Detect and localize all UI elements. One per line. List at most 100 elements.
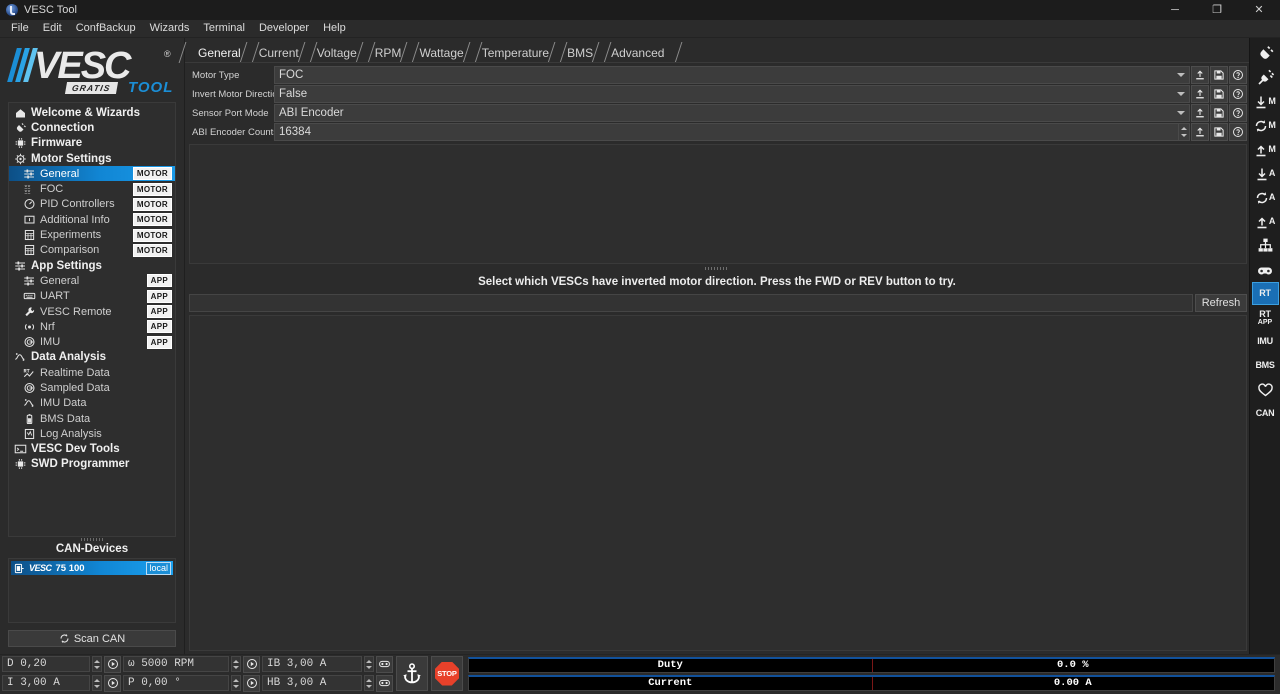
sidebar-item-additional-info[interactable]: Additional Info MOTOR (9, 212, 175, 227)
sensor-port-mode-field[interactable]: ABI Encoder (274, 104, 1190, 122)
gamepad-icon[interactable] (1252, 258, 1279, 281)
menu-file[interactable]: File (4, 21, 36, 36)
read-app-default-icon[interactable]: A (1252, 186, 1279, 209)
position-field-action-button[interactable] (243, 674, 260, 692)
realtime-app-icon[interactable]: RT APP (1252, 306, 1279, 329)
duty-field-stepper[interactable] (92, 656, 102, 672)
sidebar-item-foc[interactable]: ΞΞ ΞΞ FOC MOTOR (9, 181, 175, 196)
sidebar-item-realtime-data[interactable]: RT Realtime Data (9, 365, 175, 380)
tab-current[interactable]: Current (239, 42, 318, 63)
maximize-button[interactable]: ❐ (1196, 0, 1238, 20)
invert-motor-direction-field[interactable]: False (274, 85, 1190, 103)
sidebar-item-connection[interactable]: Connection (9, 120, 175, 135)
invert-motor-direction-help-button[interactable] (1229, 85, 1247, 103)
abi-encoder-counts-read-button[interactable] (1191, 123, 1209, 141)
current-field-action-button[interactable] (104, 674, 121, 692)
sidebar-item-general[interactable]: General MOTOR (9, 166, 175, 182)
abi-encoder-counts-field[interactable]: 16384 (274, 123, 1179, 141)
tab-voltage[interactable]: Voltage (297, 42, 376, 63)
rpm-field-stepper[interactable] (231, 656, 241, 672)
sidebar-item-bms-data[interactable]: BMS Data (9, 411, 175, 426)
sidebar-item-comparison[interactable]: Comparison MOTOR (9, 243, 175, 258)
menu-confbackup[interactable]: ConfBackup (69, 21, 143, 36)
can-network-icon[interactable] (1252, 234, 1279, 257)
sidebar-item-imu[interactable]: IMU APP (9, 334, 175, 349)
scan-can-button[interactable]: Scan CAN (8, 630, 176, 647)
sidebar-item-pid-controllers[interactable]: PID Controllers MOTOR (9, 197, 175, 212)
menu-help[interactable]: Help (316, 21, 353, 36)
vesc-direction-list-pane[interactable] (189, 315, 1247, 651)
favorite-icon[interactable] (1252, 378, 1279, 401)
rpm-field[interactable]: ω 5000 RPM (123, 656, 229, 672)
anchor-button[interactable] (396, 656, 428, 691)
menu-edit[interactable]: Edit (36, 21, 69, 36)
sidebar-item-motor-settings[interactable]: Motor Settings (9, 151, 175, 166)
tab-advanced[interactable]: Advanced (591, 42, 683, 63)
sidebar-item-vesc-remote[interactable]: VESC Remote APP (9, 304, 175, 319)
position-field-stepper[interactable] (231, 675, 241, 691)
menu-developer[interactable]: Developer (252, 21, 316, 36)
refresh-button[interactable]: Refresh (1195, 294, 1247, 312)
current-field[interactable]: I 3,00 A (2, 675, 90, 691)
tab-rpm[interactable]: RPM (355, 42, 420, 63)
minimize-button[interactable]: ─ (1154, 0, 1196, 20)
stop-button[interactable]: STOP (431, 656, 463, 691)
duty-field-action-button[interactable] (104, 655, 121, 673)
ib-field-stepper[interactable] (364, 656, 374, 672)
menu-terminal[interactable]: Terminal (196, 21, 252, 36)
ib-field[interactable]: IB 3,00 A (262, 656, 362, 672)
invert-motor-direction-read-button[interactable] (1191, 85, 1209, 103)
hb-field-action-button[interactable] (376, 674, 393, 692)
hb-field-stepper[interactable] (364, 675, 374, 691)
sidebar-item-experiments[interactable]: Experiments MOTOR (9, 227, 175, 242)
sidebar-item-welcome-wizards[interactable]: Welcome & Wizards (9, 105, 175, 120)
sidebar-item-vesc-dev-tools[interactable]: VESC Dev Tools (9, 442, 175, 457)
abi-encoder-counts-stepper[interactable] (1179, 123, 1190, 141)
imu-icon[interactable]: IMU (1252, 330, 1279, 353)
vertical-splitter-handle[interactable] (185, 264, 1249, 272)
abi-encoder-counts-write-button[interactable] (1210, 123, 1228, 141)
sidebar-item-firmware[interactable]: Firmware (9, 136, 175, 151)
motor-type-read-button[interactable] (1191, 66, 1209, 84)
rpm-field-action-button[interactable] (243, 655, 260, 673)
read-app-config-icon[interactable]: A (1252, 162, 1279, 185)
menu-wizards[interactable]: Wizards (143, 21, 197, 36)
realtime-data-icon[interactable]: RT (1251, 282, 1279, 305)
connect-icon[interactable] (1252, 42, 1279, 65)
motor-type-write-button[interactable] (1210, 66, 1228, 84)
sidebar-item-app-settings[interactable]: App Settings (9, 258, 175, 273)
sidebar-item-nrf[interactable]: Nrf APP (9, 319, 175, 334)
close-button[interactable]: ✕ (1238, 0, 1280, 20)
current-field-stepper[interactable] (92, 675, 102, 691)
hb-field[interactable]: HB 3,00 A (262, 675, 362, 691)
tab-bms[interactable]: BMS (547, 42, 612, 63)
vesc-list-field[interactable] (189, 294, 1193, 312)
sensor-port-mode-write-button[interactable] (1210, 104, 1228, 122)
tab-temperature[interactable]: Temperature (462, 42, 568, 63)
sidebar-item-imu-data[interactable]: IMU Data (9, 396, 175, 411)
sensor-port-mode-read-button[interactable] (1191, 104, 1209, 122)
read-motor-default-icon[interactable]: M (1252, 114, 1279, 137)
tab-general[interactable]: General (178, 42, 260, 63)
sidebar-item-log-analysis[interactable]: Log Analysis (9, 426, 175, 441)
tab-wattage[interactable]: Wattage (400, 42, 483, 63)
sidebar-item-general[interactable]: General APP (9, 273, 175, 288)
abi-encoder-counts-help-button[interactable] (1229, 123, 1247, 141)
invert-motor-direction-write-button[interactable] (1210, 85, 1228, 103)
sidebar-item-data-analysis[interactable]: Data Analysis (9, 350, 175, 365)
position-field[interactable]: P 0,00 ° (123, 675, 229, 691)
sidebar-item-sampled-data[interactable]: Sampled Data (9, 380, 175, 395)
bms-icon[interactable]: BMS (1252, 354, 1279, 377)
can-device-item[interactable]: VESC 75 100 local (11, 561, 173, 575)
write-app-config-icon[interactable]: A (1252, 210, 1279, 233)
can-icon[interactable]: CAN (1252, 402, 1279, 425)
sidebar-item-uart[interactable]: UART APP (9, 289, 175, 304)
motor-type-field[interactable]: FOC (274, 66, 1190, 84)
duty-field[interactable]: D 0,20 (2, 656, 90, 672)
write-motor-config-icon[interactable]: M (1252, 138, 1279, 161)
sidebar-item-swd-programmer[interactable]: SWD Programmer (9, 457, 175, 472)
sensor-port-mode-help-button[interactable] (1229, 104, 1247, 122)
ib-field-action-button[interactable] (376, 655, 393, 673)
read-motor-config-icon[interactable]: M (1252, 90, 1279, 113)
disconnect-icon[interactable] (1252, 66, 1279, 89)
